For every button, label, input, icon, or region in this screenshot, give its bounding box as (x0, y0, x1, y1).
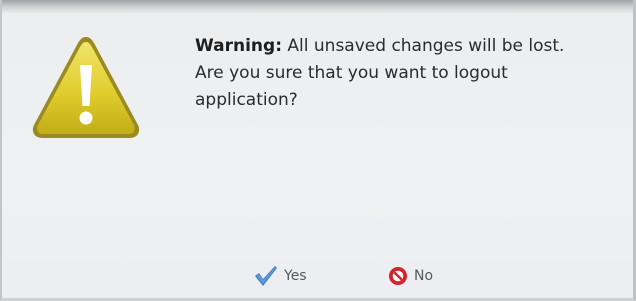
warning-text: All unsaved changes will be lost. (287, 36, 565, 56)
message-line-2: Are you sure that you want to logout (195, 63, 508, 83)
message-line-3: application? (195, 90, 298, 110)
checkmark-icon (254, 265, 278, 287)
warning-message: Warning: All unsaved changes will be los… (195, 33, 635, 114)
warning-triangle-icon (30, 32, 142, 144)
yes-button-label: Yes (284, 268, 307, 284)
no-button-label: No (414, 268, 434, 284)
warning-label: Warning: (195, 36, 283, 56)
dialog-actions: Yes No (2, 262, 633, 292)
message-line-1: Warning: All unsaved changes will be los… (195, 33, 635, 60)
no-button[interactable]: No (388, 262, 433, 290)
logout-confirm-dialog: Warning: All unsaved changes will be los… (0, 0, 636, 301)
no-entry-icon (388, 266, 408, 286)
yes-button[interactable]: Yes (254, 262, 307, 290)
